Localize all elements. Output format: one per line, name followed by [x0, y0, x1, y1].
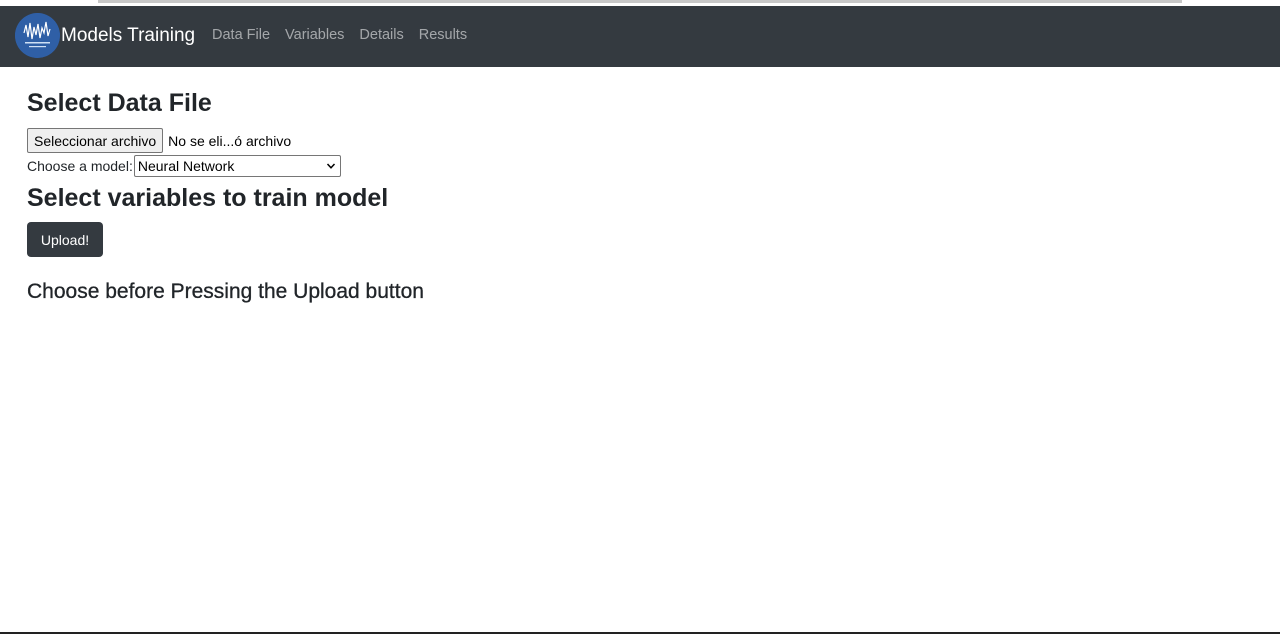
file-status-text: No se eli...ó archivo [168, 132, 292, 149]
model-select-label: Choose a model: [27, 158, 133, 174]
model-select[interactable]: Neural Network [133, 155, 341, 177]
nav-links: Data File Variables Details Results [212, 27, 482, 43]
select-data-file-title: Select Data File [27, 89, 212, 117]
model-select-value: Neural Network [137, 158, 235, 174]
upload-hint-text: Choose before Pressing the Upload button [27, 280, 424, 303]
navbar: Models Training Data File Variables Deta… [0, 6, 1280, 67]
choose-file-button[interactable]: Seleccionar archivo [27, 128, 164, 153]
logo-icon[interactable] [15, 13, 60, 58]
brand-title[interactable]: Models Training [61, 25, 195, 47]
nav-link-results[interactable]: Results [419, 27, 467, 43]
select-variables-title: Select variables to train model [27, 184, 389, 212]
nav-link-data-file[interactable]: Data File [212, 27, 270, 43]
nav-link-details[interactable]: Details [359, 27, 403, 43]
file-input: Seleccionar archivo No se eli...ó archiv… [27, 128, 291, 153]
model-select-row: Choose a model: Neural Network [27, 155, 341, 177]
horizontal-scrollbar[interactable] [98, 0, 1182, 3]
chevron-down-icon [326, 158, 336, 174]
nav-link-variables[interactable]: Variables [285, 27, 344, 43]
upload-button[interactable]: Upload! [27, 222, 103, 257]
